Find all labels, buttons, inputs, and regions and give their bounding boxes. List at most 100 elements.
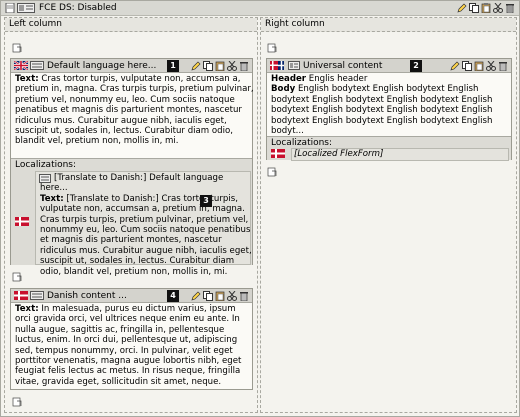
body-line: sed, tempus nonummy, orci. In pulvinar, …	[15, 345, 233, 356]
body-line: ridiculus mus. Curabitur augue nibh, iac…	[40, 245, 252, 256]
delete-icon[interactable]	[239, 61, 249, 71]
body-line: In malesuada, purus eu dictum varius, ip…	[41, 304, 236, 314]
translation-title-line: here...	[40, 183, 68, 194]
danish-flag-icon	[15, 217, 29, 226]
left-column: Left column Default language here... 1 T…	[4, 17, 258, 413]
localizations-panel: Localizations: [Translate to Danish:] De…	[11, 158, 252, 277]
copy-icon[interactable]	[203, 61, 213, 71]
flexform-element-icon	[288, 61, 300, 70]
localizations-label: Localizations:	[271, 138, 333, 148]
body-line: bodytext English bodytext English bodyte…	[271, 94, 493, 105]
localizations-panel: Localizations: [Localized FlexForm]	[267, 136, 511, 161]
localized-flexform-label: [Localized FlexForm]	[294, 149, 384, 159]
page-title: FCE DS: Disabled	[39, 3, 117, 13]
paste-icon[interactable]	[12, 272, 22, 282]
content-element-icon	[17, 3, 35, 13]
paste-icon[interactable]	[474, 61, 484, 71]
body-line: nulla augue, sagittis ac, fringilla in, …	[15, 324, 225, 335]
multi-language-flag-icon	[270, 61, 284, 70]
body-line: orci gravida orci, vel ultrices neque en…	[15, 314, 240, 325]
delete-icon[interactable]	[498, 61, 508, 71]
paste-icon[interactable]	[215, 61, 225, 71]
body-line: vulputate non, accumsan a, pretium in, m…	[40, 204, 245, 215]
text-field-label: Text:	[40, 193, 64, 204]
element-header: Default language here...	[11, 59, 252, 73]
body-line: odio, blandit vel, pretium non, mollis i…	[40, 266, 228, 277]
body-line: ridiculus mus. Curabitur augue nibh, iac…	[15, 115, 227, 126]
body-line: suscipit ut, sodales in, lectus. Curabit…	[40, 256, 235, 267]
element-body-text: Text: Cras tortor turpis, vulputate non,…	[15, 74, 254, 147]
body-line: bodytext English bodytext English bodyte…	[271, 115, 493, 126]
right-column-header: Right column	[261, 18, 516, 32]
element-header: Danish content ...	[11, 289, 252, 303]
element-title[interactable]: Universal content	[303, 61, 382, 71]
localized-flexform-item[interactable]: [Localized FlexForm]	[291, 148, 509, 161]
paste-icon[interactable]	[481, 3, 491, 13]
delete-icon[interactable]	[505, 3, 515, 13]
element-title[interactable]: Default language here...	[47, 61, 156, 71]
translation-title-line: [Translate to Danish:] Default language	[54, 173, 224, 183]
uk-flag-icon	[14, 61, 28, 70]
danish-flag-icon	[14, 291, 28, 300]
paste-icon[interactable]	[267, 43, 277, 53]
text-element-icon	[30, 61, 44, 70]
page-icon	[5, 3, 15, 13]
body-line: bodytext English bodytext English bodyte…	[271, 105, 493, 116]
text-element-icon	[30, 291, 44, 300]
body-line: vitae, gravida eget, sollicitudin sit am…	[15, 376, 222, 387]
body-line: feugiat felis lectus ac metus. In risus …	[15, 366, 241, 377]
danish-flag-icon	[271, 149, 285, 158]
body-line: pretium vel, nonummy eu, leo. Cum sociis…	[15, 94, 235, 105]
paste-icon[interactable]	[215, 291, 225, 301]
body-line: blandit vel, pretium non, mollis in, mi.	[15, 136, 179, 147]
callout-badge-1: 1	[167, 60, 179, 72]
fce-page-frame: FCE DS: Disabled Left column Default lan…	[0, 0, 520, 417]
copy-icon[interactable]	[203, 291, 213, 301]
translated-element[interactable]: [Translate to Danish:] Default language …	[35, 171, 252, 277]
copy-icon[interactable]	[469, 3, 479, 13]
cut-icon[interactable]	[486, 61, 496, 71]
right-column: Right column Universal content 2 Header …	[260, 17, 517, 413]
paste-icon[interactable]	[12, 43, 22, 53]
body-line: nonummy eu, leo. Cum sociis natoque pena…	[40, 225, 251, 236]
edit-icon[interactable]	[191, 61, 201, 71]
body-line: luctus, enim. In orci dui, pellentesque …	[15, 335, 238, 346]
cut-icon[interactable]	[227, 291, 237, 301]
element-header: Universal content	[267, 59, 511, 73]
element-body-text: Text: In malesuada, purus eu dictum vari…	[15, 304, 241, 387]
body-field-label: Body	[271, 84, 296, 95]
body-line: porttitor venenatis, magna augue loborti…	[15, 356, 242, 367]
edit-icon[interactable]	[450, 61, 460, 71]
body-line: suscipit ut, sodales in, lectus. Curabit…	[15, 126, 234, 137]
text-field-label: Text:	[15, 74, 39, 84]
body-line: Cras turpis turpis, pretium pulvinar, pr…	[40, 214, 249, 225]
cut-icon[interactable]	[227, 61, 237, 71]
body-line: Cras tortor turpis, vulputate non, accum…	[41, 74, 241, 84]
paste-icon[interactable]	[12, 397, 22, 407]
localizations-label: Localizations:	[15, 160, 77, 170]
element-title[interactable]: Danish content ...	[47, 291, 127, 301]
content-element-danish: Danish content ... 4 Text: In malesuada,…	[10, 288, 253, 390]
content-element-default-language: Default language here... 1 Text: Cras to…	[10, 58, 254, 277]
header-field-value: Englis header	[308, 74, 368, 84]
callout-badge-2: 2	[410, 60, 422, 72]
element-body-text: Header Englis header Body English bodyte…	[271, 74, 492, 136]
content-element-universal: Universal content 2 Header Englis header…	[266, 58, 512, 161]
body-line: penatibus et magnis dis parturient monte…	[15, 105, 242, 116]
cut-icon[interactable]	[493, 3, 503, 13]
translation-body: [Translate to Danish:] Default language …	[40, 173, 252, 277]
body-line: English bodytext English bodytext Englis…	[297, 84, 479, 95]
body-line: et magnis dis parturient montes, nascetu…	[40, 235, 222, 246]
copy-icon[interactable]	[462, 61, 472, 71]
page-header-bar: FCE DS: Disabled	[1, 1, 519, 16]
callout-badge-4: 4	[167, 290, 179, 302]
paste-icon[interactable]	[267, 167, 277, 177]
edit-icon[interactable]	[191, 291, 201, 301]
left-column-header: Left column	[5, 18, 257, 32]
body-line: bodyt...	[271, 126, 304, 137]
header-field-label: Header	[271, 74, 307, 84]
callout-badge-3: 3	[200, 195, 212, 207]
text-field-label: Text:	[15, 304, 39, 314]
edit-icon[interactable]	[457, 3, 467, 13]
delete-icon[interactable]	[239, 291, 249, 301]
